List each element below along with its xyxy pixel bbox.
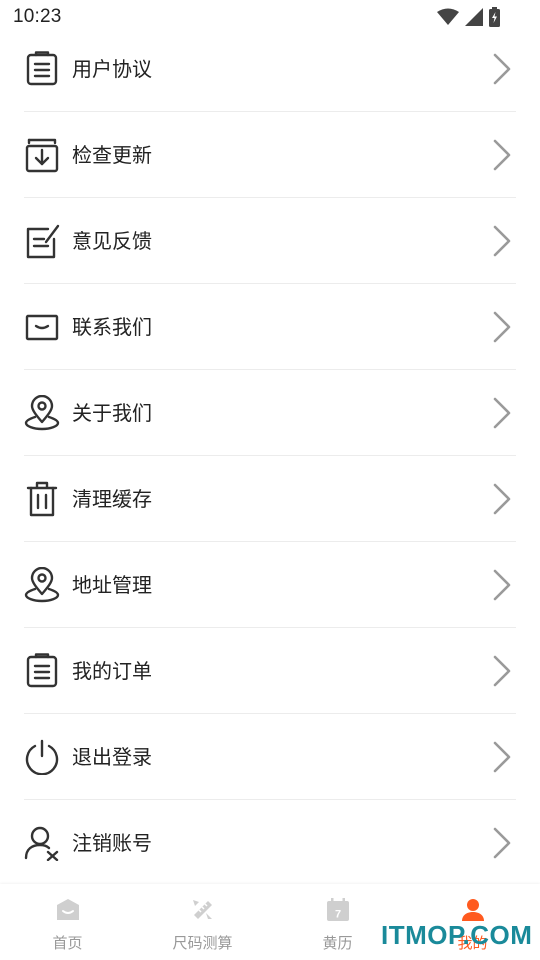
menu-label: 关于我们 (72, 401, 152, 425)
chevron-right-icon (492, 655, 512, 687)
menu-item-delete-account[interactable]: 注销账号 (24, 800, 516, 886)
menu-label: 我的订单 (72, 659, 152, 683)
menu-item-my-orders[interactable]: 我的订单 (24, 628, 516, 714)
settings-menu-list: 用户协议 检查更新 意见反馈 联系我们 关于我们 清理缓存 地址管理 我的订单 … (0, 26, 540, 886)
chevron-right-icon (492, 569, 512, 601)
tab-label: 尺码测算 (172, 934, 233, 952)
tab-home[interactable]: 首页 (0, 884, 135, 960)
watermark: ITMOP.COM (381, 920, 533, 950)
wifi-icon (437, 8, 459, 26)
location-pin-icon (24, 395, 60, 431)
user-remove-icon (24, 825, 60, 861)
menu-label: 意见反馈 (72, 229, 152, 253)
status-time: 10:23 (13, 6, 62, 27)
chevron-right-icon (492, 53, 512, 85)
home-icon (56, 898, 80, 922)
menu-item-clear-cache[interactable]: 清理缓存 (24, 456, 516, 542)
location-pin-icon (24, 567, 60, 603)
menu-label: 注销账号 (72, 831, 152, 855)
menu-item-user-agreement[interactable]: 用户协议 (24, 26, 516, 112)
calendar-day-number: 7 (334, 909, 340, 921)
tab-label: 首页 (52, 934, 83, 952)
chevron-right-icon (492, 139, 512, 171)
status-icons (437, 7, 500, 27)
menu-label: 用户协议 (72, 57, 152, 81)
status-bar: 10:23 (0, 0, 540, 34)
menu-label: 联系我们 (72, 315, 152, 339)
document-list-icon (24, 51, 60, 87)
menu-item-logout[interactable]: 退出登录 (24, 714, 516, 800)
chevron-right-icon (492, 225, 512, 257)
battery-icon (489, 7, 500, 27)
chevron-right-icon (492, 397, 512, 429)
mail-icon (24, 309, 60, 345)
menu-item-address-management[interactable]: 地址管理 (24, 542, 516, 628)
tab-size-calculator[interactable]: 尺码测算 (135, 884, 270, 960)
edit-note-icon (24, 223, 60, 259)
menu-label: 检查更新 (72, 143, 152, 167)
chevron-right-icon (492, 483, 512, 515)
document-list-icon (24, 653, 60, 689)
chevron-right-icon (492, 741, 512, 773)
trash-icon (24, 481, 60, 517)
user-icon (461, 898, 485, 922)
ruler-pencil-icon (191, 898, 215, 922)
menu-label: 退出登录 (72, 745, 152, 769)
power-icon (24, 739, 60, 775)
menu-label: 清理缓存 (72, 487, 152, 511)
calendar-icon: 7 (326, 898, 350, 922)
menu-item-contact-us[interactable]: 联系我们 (24, 284, 516, 370)
cell-signal-icon (465, 8, 483, 26)
download-box-icon (24, 137, 60, 173)
menu-item-feedback[interactable]: 意见反馈 (24, 198, 516, 284)
menu-item-about-us[interactable]: 关于我们 (24, 370, 516, 456)
chevron-right-icon (492, 827, 512, 859)
menu-item-check-update[interactable]: 检查更新 (24, 112, 516, 198)
chevron-right-icon (492, 311, 512, 343)
menu-label: 地址管理 (72, 573, 152, 597)
